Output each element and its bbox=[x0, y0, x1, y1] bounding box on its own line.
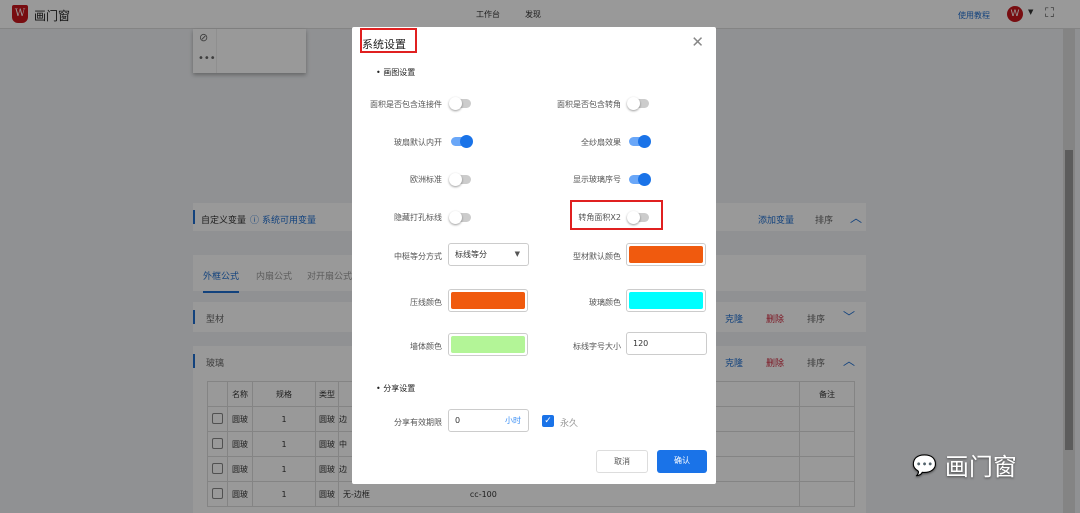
mullion-split-select[interactable]: 标线等分 ▼ bbox=[448, 243, 529, 266]
profile-color-label: 型材默认颜色 bbox=[573, 252, 621, 261]
watermark-text: 画门窗 bbox=[944, 453, 1017, 481]
toggle-label: 隐藏打孔标线 bbox=[394, 213, 442, 222]
input-value: 0 bbox=[455, 416, 461, 425]
glass-color-label: 玻璃颜色 bbox=[589, 298, 621, 307]
cancel-button[interactable]: 取消 bbox=[596, 450, 648, 473]
toggle-label: 欧洲标准 bbox=[410, 175, 442, 184]
dim-font-input[interactable]: 120 bbox=[626, 332, 707, 355]
confirm-button[interactable]: 确认 bbox=[657, 450, 707, 473]
mullion-split-label: 中梃等分方式 bbox=[394, 252, 442, 261]
dim-font-label: 标线字号大小 bbox=[573, 342, 621, 351]
profile-color-picker[interactable] bbox=[626, 243, 706, 266]
bead-color-label: 压线颜色 bbox=[410, 298, 442, 307]
wall-color-label: 墙体颜色 bbox=[410, 342, 442, 351]
toggle-area-corner[interactable] bbox=[627, 97, 649, 110]
forever-label: 永久 bbox=[560, 419, 579, 429]
toggle-euro-standard[interactable] bbox=[449, 173, 471, 186]
system-settings-dialog: 系统设置 ✕ • 画图设置 面积是否包含连接件 面积是否包含转角 玻扇默认内开 … bbox=[352, 27, 716, 484]
share-section-title: • 分享设置 bbox=[376, 384, 416, 393]
drawing-section-label: 画图设置 bbox=[383, 68, 416, 77]
toggle-area-connector[interactable] bbox=[449, 97, 471, 110]
toggle-sash-inward[interactable] bbox=[451, 135, 473, 148]
unit-label: 小时 bbox=[505, 416, 521, 425]
close-icon[interactable]: ✕ bbox=[691, 33, 704, 51]
toggle-glass-number[interactable] bbox=[629, 173, 651, 186]
caret-down-icon: ▼ bbox=[514, 250, 520, 258]
select-value: 标线等分 bbox=[455, 250, 487, 259]
wechat-icon: 💬 bbox=[912, 452, 937, 477]
share-valid-label: 分享有效期限 bbox=[394, 418, 442, 427]
share-section-label: 分享设置 bbox=[383, 384, 416, 393]
highlight-box bbox=[360, 28, 417, 53]
toggle-label: 显示玻璃序号 bbox=[573, 175, 621, 184]
toggle-corner-area-x2[interactable] bbox=[627, 211, 649, 224]
glass-color-picker[interactable] bbox=[626, 289, 706, 312]
forever-checkbox[interactable]: ✓ bbox=[542, 415, 554, 427]
toggle-label: 面积是否包含转角 bbox=[557, 100, 621, 109]
toggle-label: 转角面积X2 bbox=[578, 213, 621, 222]
wall-color-picker[interactable] bbox=[448, 333, 528, 356]
bead-color-picker[interactable] bbox=[448, 289, 528, 312]
toggle-screen-effect[interactable] bbox=[629, 135, 651, 148]
share-valid-input[interactable]: 0 小时 bbox=[448, 409, 529, 432]
watermark: 💬 画门窗 bbox=[912, 447, 1017, 482]
toggle-label: 玻扇默认内开 bbox=[394, 138, 442, 147]
toggle-label: 全纱扇效果 bbox=[581, 138, 621, 147]
toggle-hide-hole-line[interactable] bbox=[449, 211, 471, 224]
drawing-section-title: • 画图设置 bbox=[376, 68, 416, 77]
toggle-label: 面积是否包含连接件 bbox=[370, 100, 442, 109]
